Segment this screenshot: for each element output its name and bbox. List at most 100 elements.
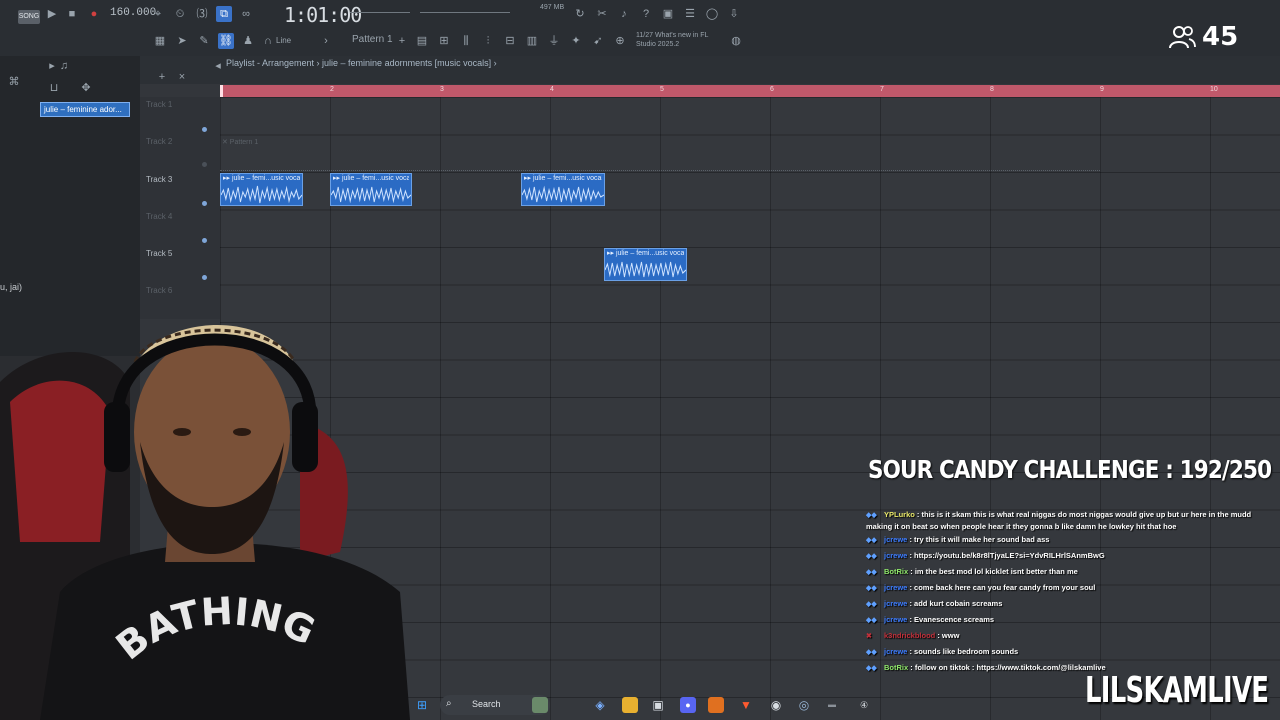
playlist-menu-icon[interactable]: ◂ xyxy=(210,58,226,74)
add-pattern-icon[interactable]: + xyxy=(394,33,410,49)
track-header-4[interactable]: Track 4 xyxy=(140,208,220,245)
steam-icon[interactable]: ◎ xyxy=(796,697,812,713)
timeline-ruler[interactable]: 2 3 4 5 6 7 8 9 10 xyxy=(220,85,1280,97)
badge-icon: ◆◆ xyxy=(866,585,877,592)
playhead-marker[interactable] xyxy=(220,85,223,97)
4k-icon[interactable]: ④ xyxy=(856,697,872,713)
download-icon[interactable]: ⇩ xyxy=(726,6,742,22)
audio-clip[interactable]: ▸▸ julie – femi...usic vocals] xyxy=(220,173,303,206)
piano-roll-icon[interactable]: ▦ xyxy=(152,33,168,49)
track-label: Track 4 xyxy=(146,212,173,221)
badge-icon: ◆◆ xyxy=(866,601,877,608)
clip-label: ▸▸ julie – femi...usic vocals] xyxy=(223,175,300,182)
chat-text: : this is it skam this is what real nigg… xyxy=(866,510,1252,531)
copilot-icon[interactable]: ◈ xyxy=(592,697,608,713)
mixer-view-icon[interactable]: ⫼ xyxy=(458,33,474,49)
song-mode-toggle[interactable]: SONG xyxy=(18,10,40,24)
file-explorer-icon[interactable] xyxy=(622,697,638,713)
channel-rack-icon[interactable]: ⊞ xyxy=(436,33,452,49)
brave-icon[interactable]: ▼ xyxy=(738,697,754,713)
track-label: Track 2 xyxy=(146,137,173,146)
save-icon[interactable]: ▣ xyxy=(660,6,676,22)
master-volume-slider[interactable] xyxy=(350,12,410,13)
search-label: Search xyxy=(472,699,501,709)
cut-icon[interactable]: ✂ xyxy=(594,6,610,22)
audio-clip[interactable]: ▸▸ julie – femi...usic vocals] xyxy=(604,248,687,281)
undo-icon[interactable]: ↻ xyxy=(572,6,588,22)
audio-clip[interactable]: ▸▸ julie – femi...usic vocals] xyxy=(521,173,605,206)
browser-move-icon[interactable]: ✥ xyxy=(78,80,94,96)
stamp-icon[interactable]: ♟ xyxy=(240,33,256,49)
add-track-icon[interactable]: + xyxy=(154,69,170,85)
magnet-icon[interactable]: ∩ xyxy=(260,33,276,49)
chat-message: ◆◆ YPLurko : this is it skam this is what… xyxy=(866,509,1266,532)
obs-icon[interactable]: ◉ xyxy=(768,697,784,713)
globe-icon[interactable]: ◍ xyxy=(728,33,744,49)
badge-icon: ◆◆ xyxy=(866,553,877,560)
record-icon[interactable]: ● xyxy=(86,6,102,22)
track-header-3[interactable]: Track 3 xyxy=(140,171,220,208)
plugin-icon[interactable]: ⊟ xyxy=(502,33,518,49)
challenge-counter: SOUR CANDY CHALLENGE : 192/250 xyxy=(868,455,1272,484)
snap-select[interactable]: Line xyxy=(276,36,291,45)
chat-username: YPLurko xyxy=(884,510,915,519)
chat-username: jcrewe xyxy=(884,551,908,560)
browser-mixer-icon[interactable]: ⊔ xyxy=(46,80,62,96)
time-display[interactable]: 1:01:00 xyxy=(284,3,362,27)
metronome-icon[interactable]: ⌖ xyxy=(150,6,166,22)
track-mute-indicator[interactable] xyxy=(202,127,207,132)
app-icon[interactable]: ▬ xyxy=(824,697,840,713)
track-mute-indicator[interactable] xyxy=(202,162,207,167)
pattern-clip-ghost[interactable]: ✕ Pattern 1 xyxy=(222,138,258,146)
windows-start-icon[interactable]: ⊞ xyxy=(414,697,430,713)
help-icon[interactable]: ? xyxy=(638,6,654,22)
chat-username: BotRix xyxy=(884,663,909,672)
chat-text: : follow on tiktok : https://www.tiktok.… xyxy=(908,663,1106,672)
cart-icon[interactable]: ⊕ xyxy=(612,33,628,49)
blend-notes-icon[interactable]: ⧉ xyxy=(216,6,232,22)
stop-icon[interactable]: ■ xyxy=(64,6,80,22)
tools-icon[interactable]: ✦ xyxy=(568,33,584,49)
audio-clip[interactable]: ▸▸ julie – femi...usic vocals] xyxy=(330,173,412,206)
bar-number: 2 xyxy=(330,86,334,93)
browser-menu-icon[interactable]: ⌘ xyxy=(6,74,22,90)
playlist-icon[interactable]: ▤ xyxy=(414,33,430,49)
header-headphones-icon[interactable]: ♫ xyxy=(56,58,72,74)
chat-username: jcrewe xyxy=(884,615,908,624)
track-mute-indicator[interactable] xyxy=(202,238,207,243)
track-header-1[interactable]: Track 1 xyxy=(140,97,220,134)
tempo-tap-icon[interactable]: ➹ xyxy=(590,33,606,49)
pattern-select[interactable]: Pattern 1 xyxy=(352,34,393,45)
chat-message: ◆◆ jcrewe : come back here can you fear c… xyxy=(866,580,1266,596)
countdown-icon[interactable]: ⑶ xyxy=(194,6,210,22)
plug-icon[interactable]: ⏚ xyxy=(546,33,562,49)
browser-selected-item[interactable]: julie – feminine ador... xyxy=(40,102,130,117)
mixer-icon[interactable]: ☰ xyxy=(682,6,698,22)
track-mute-indicator[interactable] xyxy=(202,275,207,280)
badge-icon: ◆◆ xyxy=(866,512,877,519)
track-header-5[interactable]: Track 5 xyxy=(140,245,220,282)
chat-text: : add kurt cobain screams xyxy=(907,599,1003,608)
news-panel[interactable]: 11/27 What's new in FL Studio 2025.2 xyxy=(636,31,726,49)
master-pitch-slider[interactable] xyxy=(420,12,510,13)
mic-icon[interactable]: ♪ xyxy=(616,6,632,22)
wait-icon[interactable]: ⏲ xyxy=(172,6,188,22)
search-icon: ⌕ xyxy=(446,698,452,709)
pencil-icon[interactable]: ✎ xyxy=(196,33,212,49)
chat-icon[interactable]: ◯ xyxy=(704,6,720,22)
store-icon[interactable]: ▣ xyxy=(650,697,666,713)
play-icon[interactable]: ▶ xyxy=(44,6,60,22)
loop-record-icon[interactable]: ∞ xyxy=(238,6,254,22)
browser-icon[interactable]: ▥ xyxy=(524,33,540,49)
link-icon[interactable]: ⛓ xyxy=(218,33,234,49)
track-mute-indicator[interactable] xyxy=(202,201,207,206)
discord-icon[interactable]: ● xyxy=(680,697,696,713)
close-icon[interactable]: × xyxy=(174,69,190,85)
chevron-right-icon[interactable]: › xyxy=(318,33,334,49)
taskbar-search[interactable]: ⌕ Search xyxy=(440,695,550,715)
browser-text-fragment: u, jai) xyxy=(0,282,23,292)
arrow-icon[interactable]: ➤ xyxy=(174,33,190,49)
sliders-icon[interactable]: ⫶ xyxy=(480,33,496,49)
track-header-2[interactable]: Track 2 xyxy=(140,134,220,171)
fl-studio-icon[interactable] xyxy=(708,697,724,713)
